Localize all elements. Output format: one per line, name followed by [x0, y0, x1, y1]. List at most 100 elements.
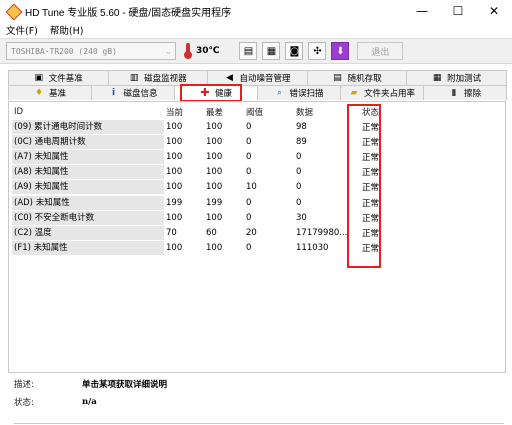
row-current: 100 [166, 167, 183, 178]
menu-file[interactable]: 文件(F) [6, 23, 38, 37]
chevron-down-icon: ⌵ [166, 46, 171, 56]
row-data: 0 [296, 151, 302, 162]
row-data: 89 [296, 136, 307, 147]
row-id: (A9) 未知属性 [12, 180, 164, 195]
drive-select[interactable]: TOSHIBA-TR200 (240 gB) ⌵ [6, 42, 176, 60]
menu-help[interactable]: 帮助(H) [50, 23, 84, 37]
drive-select-value: TOSHIBA-TR200 (240 gB) [11, 46, 117, 56]
tab-label: 错误扫描 [289, 89, 324, 99]
row-id: (AD) 未知属性 [12, 195, 164, 210]
row-threshold: 20 [246, 227, 257, 238]
menu-bar: 文件(F) 帮助(H) [0, 22, 512, 38]
temperature-value: 30℃ [196, 46, 220, 56]
table-row[interactable]: (C2) 温度 70 60 20 17179980... 正常 [12, 225, 394, 240]
table-row[interactable]: (C0) 不安全断电计数 100 100 0 30 正常 [12, 210, 394, 225]
row-current: 100 [166, 243, 183, 254]
tab-disk-info[interactable]: i 磁盘信息 [91, 85, 175, 100]
tab-file-benchmark[interactable]: ▣ 文件基准 [8, 70, 109, 85]
tab-label: 附加测试 [447, 74, 482, 84]
smart-table: ID 当前 最差 阈值 数据 状态 (09) 累计通电时间计数 100 100 … [12, 105, 394, 256]
row-current: 100 [166, 151, 183, 162]
col-current[interactable]: 当前 [164, 106, 204, 118]
save-button[interactable]: ⬇ [331, 42, 350, 60]
tab-label: 基准 [48, 89, 66, 99]
tab-disk-monitor[interactable]: ▥ 磁盘监视器 [107, 70, 209, 85]
row-data: 0 [296, 167, 302, 178]
row-data: 0 [296, 182, 302, 193]
tab-label: 磁盘信息 [123, 89, 158, 99]
row-current: 100 [166, 121, 183, 132]
table-row[interactable]: (0C) 通电周期计数 100 100 0 89 正常 [12, 134, 394, 149]
row-worst: 60 [206, 227, 217, 238]
row-threshold: 0 [246, 136, 252, 147]
tab-label: 磁盘监视器 [144, 74, 187, 84]
minimize-button[interactable]: — [404, 0, 440, 22]
tab-label: 自动噪音管理 [239, 74, 291, 84]
row-threshold: 0 [246, 212, 252, 223]
speaker-icon: ◀ [226, 73, 233, 83]
table-row[interactable]: (09) 累计通电时间计数 100 100 0 98 正常 [12, 119, 394, 134]
description-row: 描述: 单击某项获取详细说明 [14, 375, 504, 393]
thermometer-icon [184, 43, 192, 59]
table-row[interactable]: (A9) 未知属性 100 100 10 0 正常 [12, 180, 394, 195]
col-data[interactable]: 数据 [294, 106, 354, 118]
description-value: 单击某项获取详细说明 [82, 380, 168, 390]
tab-random-access[interactable]: ▤ 随机存取 [306, 70, 408, 85]
row-worst: 100 [206, 182, 223, 193]
status-value: n/a [82, 397, 97, 407]
window-controls: — ☐ ✕ [404, 0, 512, 22]
tab-row-bottom: ♦ 基准 i 磁盘信息 ✚ 健康 ⌕ 错误扫描 ▰ 文件夹占用率 ▮ 擦除 [8, 85, 507, 100]
row-worst: 100 [206, 136, 223, 147]
col-worst[interactable]: 最差 [204, 106, 244, 118]
row-id: (0C) 通电周期计数 [12, 134, 164, 149]
row-data: 98 [296, 121, 307, 132]
row-current: 100 [166, 182, 183, 193]
row-worst: 100 [206, 212, 223, 223]
save-icon: ⬇ [336, 45, 345, 57]
table-row[interactable]: (F1) 未知属性 100 100 0 111030 正常 [12, 241, 394, 256]
row-threshold: 0 [246, 151, 252, 162]
row-current: 199 [166, 197, 183, 208]
footer-divider [14, 423, 504, 424]
exit-button[interactable]: 退出 [357, 42, 404, 60]
copy-info-button[interactable]: ▤ [239, 42, 258, 60]
row-worst: 100 [206, 151, 223, 162]
row-current: 100 [166, 136, 183, 147]
tab-error-scan[interactable]: ⌕ 错误扫描 [257, 85, 341, 100]
table-row[interactable]: (AD) 未知属性 199 199 0 0 正常 [12, 195, 394, 210]
row-id: (09) 累计通电时间计数 [12, 119, 164, 134]
tab-strip: ▣ 文件基准 ▥ 磁盘监视器 ◀ 自动噪音管理 ▤ 随机存取 ▦ 附加测试 ♦ 基准 i 磁盘… [8, 70, 507, 102]
error-scan-icon: ⌕ [276, 88, 282, 98]
tab-extra-tests[interactable]: ▦ 附加测试 [406, 70, 507, 85]
screenshot-button[interactable]: ◙ [285, 42, 304, 60]
tab-label: 随机存取 [347, 74, 382, 84]
title-bar: HD Tune 专业版 5.60 - 硬盘/固态硬盘实用程序 — ☐ ✕ [0, 0, 512, 22]
row-id: (C0) 不安全断电计数 [12, 210, 164, 225]
col-id[interactable]: ID [12, 105, 164, 119]
tab-benchmark[interactable]: ♦ 基准 [8, 85, 92, 100]
tab-label: 文件夹占用率 [363, 89, 415, 99]
row-threshold: 0 [246, 197, 252, 208]
benchmark-icon: ♦ [34, 88, 44, 98]
row-data: 17179980... [296, 227, 348, 238]
row-worst: 100 [206, 121, 223, 132]
row-threshold: 10 [246, 182, 257, 193]
options-button[interactable]: ✣ [308, 42, 327, 60]
detail-footer: 描述: 单击某项获取详细说明 状态: n/a [14, 375, 504, 424]
status-column-highlight [347, 104, 381, 268]
col-threshold[interactable]: 阈值 [244, 106, 294, 118]
copy-text-button[interactable]: ▦ [262, 42, 281, 60]
toolbar: TOSHIBA-TR200 (240 gB) ⌵ 30℃ ▤ ▦ ◙ ✣ ⬇ 退… [0, 38, 512, 64]
folder-usage-icon: ▰ [350, 88, 358, 98]
row-data: 0 [296, 197, 302, 208]
tab-erase[interactable]: ▮ 擦除 [423, 85, 507, 100]
tab-aam[interactable]: ◀ 自动噪音管理 [207, 70, 308, 85]
table-header: ID 当前 最差 阈值 数据 状态 [12, 105, 394, 119]
description-label: 描述: [14, 380, 34, 390]
tab-folder-usage[interactable]: ▰ 文件夹占用率 [340, 85, 424, 100]
maximize-button[interactable]: ☐ [440, 0, 476, 22]
row-id: (F1) 未知属性 [12, 241, 164, 256]
close-button[interactable]: ✕ [476, 0, 512, 22]
table-row[interactable]: (A8) 未知属性 100 100 0 0 正常 [12, 165, 394, 180]
table-row[interactable]: (A7) 未知属性 100 100 0 0 正常 [12, 149, 394, 164]
